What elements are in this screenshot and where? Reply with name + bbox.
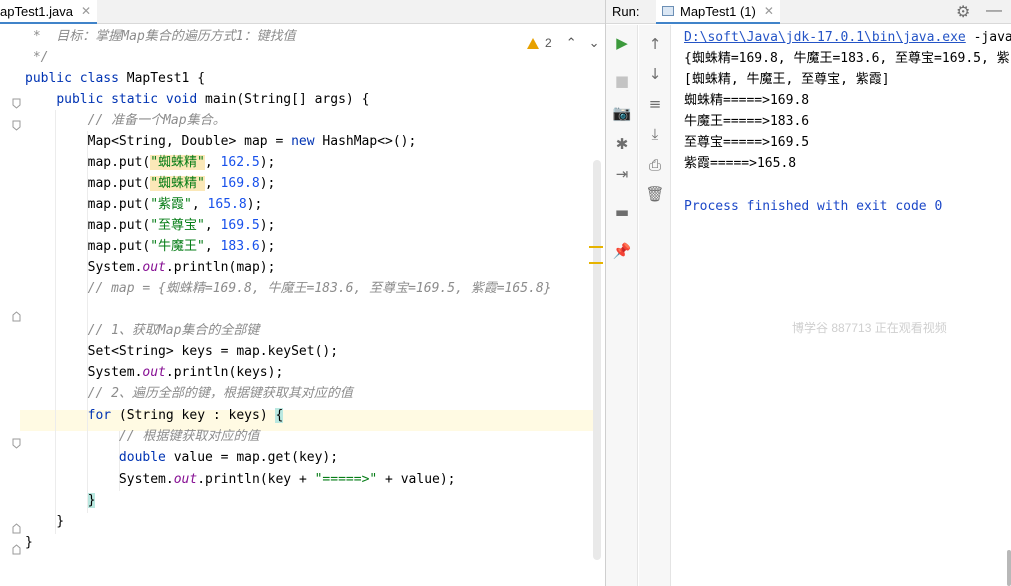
editor-gutter bbox=[0, 25, 21, 586]
layout-icon[interactable]: ▬ bbox=[613, 203, 631, 221]
code-line: * 目标：掌握Map集合的遍历方式1：键找值 bbox=[25, 29, 296, 44]
java-exe-link[interactable]: D:\soft\Java\jdk-17.0.1\bin\java.exe bbox=[684, 30, 966, 45]
code-area[interactable]: * 目标：掌握Map集合的遍历方式1：键找值 */ public class M… bbox=[25, 25, 600, 586]
chevron-down-icon[interactable]: ⌄ bbox=[589, 35, 600, 51]
fold-icon[interactable] bbox=[12, 311, 21, 322]
run-tab-title: MapTest1 (1) bbox=[680, 3, 756, 19]
fold-icon[interactable] bbox=[12, 544, 21, 555]
run-tab-maptest1[interactable]: MapTest1 (1) ✕ bbox=[656, 0, 780, 24]
gear-icon[interactable]: ⚙ bbox=[956, 2, 970, 22]
fold-icon[interactable] bbox=[12, 523, 21, 534]
code-line: map.put("牛魔王", 183.6); bbox=[25, 239, 276, 254]
console-exit-line: Process finished with exit code 0 bbox=[684, 199, 943, 214]
console-icon bbox=[662, 6, 674, 16]
console-line: 蜘蛛精=====>169.8 bbox=[684, 93, 810, 108]
console-line: 至尊宝=====>169.5 bbox=[684, 135, 810, 150]
code-line: // 2、遍历全部的键，根据键获取其对应的值 bbox=[25, 386, 353, 401]
code-line: public static void main(String[] args) { bbox=[56, 92, 370, 107]
run-tool-window: Run: MapTest1 (1) ✕ ⚙ — ▶ ■ 📷 ✱ ⇥ ▬ 📌 ↑ … bbox=[605, 0, 1011, 586]
console-line: [蜘蛛精, 牛魔王, 至尊宝, 紫霞] bbox=[684, 72, 890, 87]
code-line: map.put("紫霞", 165.8); bbox=[25, 197, 263, 212]
code-line: map.put("至尊宝", 169.5); bbox=[25, 218, 276, 233]
warning-marker[interactable] bbox=[589, 262, 603, 264]
warning-marker[interactable] bbox=[589, 246, 603, 248]
code-line: // map = {蜘蛛精=169.8, 牛魔王=183.6, 至尊宝=169.… bbox=[25, 281, 552, 296]
console-line: {蜘蛛精=169.8, 牛魔王=183.6, 至尊宝=169.5, 紫 bbox=[684, 51, 1010, 66]
code-line: Set<String> keys = map.keySet(); bbox=[25, 344, 339, 359]
code-line: map.put("蜘蛛精", 162.5); bbox=[25, 155, 276, 170]
editor-tab-maptest1[interactable]: apTest1.java ✕ bbox=[0, 0, 98, 24]
code-editor[interactable]: apTest1.java ✕ * 目标：掌握Map集合的遍历方式1：键找值 */… bbox=[0, 0, 605, 586]
code-line: // 1、获取Map集合的全部键 bbox=[25, 323, 260, 338]
editor-scrollbar[interactable] bbox=[593, 160, 601, 560]
fold-icon[interactable] bbox=[12, 120, 21, 131]
chevron-up-icon[interactable]: ⌃ bbox=[566, 35, 577, 51]
editor-tab-title: apTest1.java bbox=[0, 3, 73, 19]
code-line: map.put("蜘蛛精", 169.8); bbox=[25, 176, 276, 191]
code-line: System.out.println(keys); bbox=[25, 365, 284, 380]
console-line: 紫霞=====>165.8 bbox=[684, 156, 797, 171]
code-line: for (String key : keys) { bbox=[87, 408, 284, 423]
code-line: } bbox=[87, 493, 96, 508]
camera-icon[interactable]: 📷 bbox=[613, 104, 632, 122]
minimize-icon[interactable]: — bbox=[986, 2, 1002, 20]
run-toolbar-left: ▶ ■ 📷 ✱ ⇥ ▬ 📌 bbox=[606, 25, 638, 586]
warning-icon bbox=[527, 37, 539, 49]
code-line: System.out.println(map); bbox=[25, 260, 276, 275]
stop-icon[interactable]: ■ bbox=[613, 72, 631, 90]
code-line: // 准备一个Map集合。 bbox=[25, 113, 226, 128]
run-header: Run: MapTest1 (1) ✕ ⚙ — bbox=[606, 0, 1011, 24]
watermark-text: 博学谷 887713 正在观看视频 bbox=[792, 321, 947, 335]
console-command-line: D:\soft\Java\jdk-17.0.1\bin\java.exe -ja… bbox=[684, 27, 1011, 48]
code-line: public class MapTest1 { bbox=[25, 71, 206, 86]
fold-icon[interactable] bbox=[12, 438, 21, 449]
run-icon[interactable]: ▶ bbox=[613, 34, 631, 52]
console-line: 牛魔王=====>183.6 bbox=[684, 114, 810, 129]
editor-tab-bar: apTest1.java ✕ bbox=[0, 0, 605, 24]
console-scrollbar[interactable] bbox=[1007, 550, 1011, 586]
code-line: Map<String, Double> map = new HashMap<>(… bbox=[25, 134, 417, 149]
inspection-widget[interactable]: 2 ⌃ ⌄ bbox=[527, 35, 600, 51]
run-toolbar-right: ↑ ↓ ≡ ⤓ ⎙ 🗑 bbox=[639, 25, 671, 586]
command-args: -java bbox=[965, 30, 1011, 45]
pin-icon[interactable]: 📌 bbox=[613, 242, 632, 260]
code-line: System.out.println(key + "=====>" + valu… bbox=[25, 472, 456, 487]
warning-count: 2 bbox=[545, 36, 552, 50]
code-line: double value = map.get(key); bbox=[118, 450, 339, 465]
run-label: Run: bbox=[612, 4, 640, 19]
scroll-to-end-icon[interactable]: ⤓ bbox=[646, 125, 664, 143]
code-line: } bbox=[25, 535, 33, 550]
fold-icon[interactable] bbox=[12, 98, 21, 109]
print-icon[interactable]: ⎙ bbox=[646, 156, 664, 174]
trash-icon[interactable]: 🗑 bbox=[645, 185, 664, 203]
console-output[interactable]: D:\soft\Java\jdk-17.0.1\bin\java.exe -ja… bbox=[680, 25, 1011, 586]
exit-icon[interactable]: ⇥ bbox=[613, 165, 631, 183]
code-line: } bbox=[25, 514, 65, 529]
arrow-up-icon[interactable]: ↑ bbox=[646, 35, 664, 53]
debug-bug-icon[interactable]: ✱ bbox=[613, 135, 631, 153]
arrow-down-icon[interactable]: ↓ bbox=[646, 65, 664, 83]
code-line: */ bbox=[25, 50, 49, 65]
code-line: // 根据键获取对应的值 bbox=[25, 429, 260, 444]
close-icon[interactable]: ✕ bbox=[764, 4, 774, 18]
close-icon[interactable]: ✕ bbox=[81, 4, 91, 18]
soft-wrap-icon[interactable]: ≡ bbox=[646, 95, 664, 113]
